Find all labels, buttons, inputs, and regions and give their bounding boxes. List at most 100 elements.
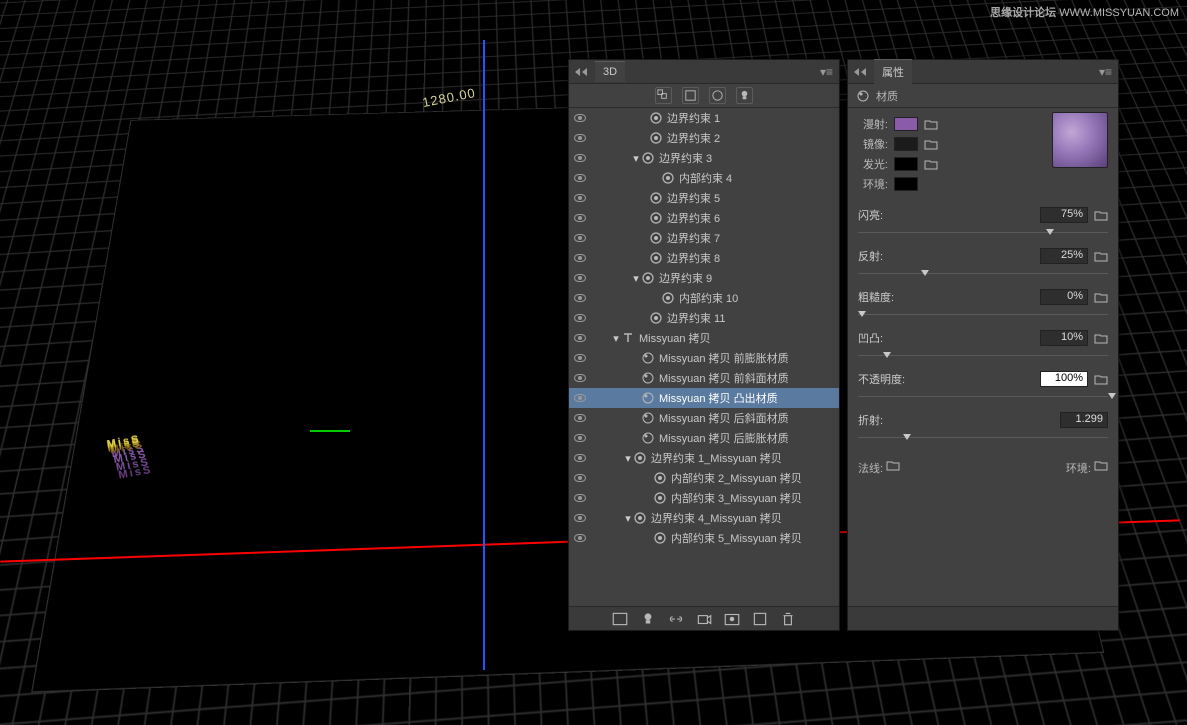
panel-menu-icon[interactable]: ▾≡ — [1099, 65, 1112, 79]
visibility-toggle[interactable] — [569, 294, 591, 302]
folder-icon[interactable] — [1094, 290, 1108, 304]
tree-row[interactable]: 边界约束 11 — [569, 308, 839, 328]
folder-icon[interactable] — [886, 458, 900, 472]
slider-value[interactable]: 75% — [1040, 207, 1088, 223]
tree-row[interactable]: 内部约束 4 — [569, 168, 839, 188]
tree-row[interactable]: 边界约束 1 — [569, 108, 839, 128]
twisty-icon[interactable]: ▾ — [631, 272, 641, 285]
twisty-icon[interactable]: ▾ — [623, 512, 633, 525]
slider-thumb[interactable] — [858, 311, 866, 317]
folder-icon[interactable] — [924, 137, 938, 151]
visibility-toggle[interactable] — [569, 314, 591, 322]
visibility-toggle[interactable] — [569, 134, 591, 142]
visibility-toggle[interactable] — [569, 394, 591, 402]
twisty-icon[interactable]: ▾ — [631, 152, 641, 165]
tree-row[interactable]: 内部约束 10 — [569, 288, 839, 308]
tree-row[interactable]: ▾边界约束 3 — [569, 148, 839, 168]
foot-light-icon[interactable] — [639, 611, 657, 627]
color-swatch[interactable] — [894, 157, 918, 171]
slider-track[interactable] — [858, 309, 1108, 321]
visibility-toggle[interactable] — [569, 354, 591, 362]
tree-row[interactable]: Missyuan 拷贝 凸出材质 — [569, 388, 839, 408]
slider-value[interactable]: 25% — [1040, 248, 1088, 264]
visibility-toggle[interactable] — [569, 414, 591, 422]
tree-row[interactable]: Missyuan 拷贝 后膨胀材质 — [569, 428, 839, 448]
tree-row[interactable]: 边界约束 7 — [569, 228, 839, 248]
slider-value[interactable]: 1.299 — [1060, 412, 1108, 428]
tree-row[interactable]: Missyuan 拷贝 前斜面材质 — [569, 368, 839, 388]
visibility-toggle[interactable] — [569, 334, 591, 342]
collapse-icon[interactable] — [575, 68, 587, 76]
folder-icon[interactable] — [924, 117, 938, 131]
slider-value[interactable]: 0% — [1040, 289, 1088, 305]
visibility-toggle[interactable] — [569, 174, 591, 182]
twisty-icon[interactable]: ▾ — [623, 452, 633, 465]
visibility-toggle[interactable] — [569, 494, 591, 502]
scene-tree[interactable]: 边界约束 1边界约束 2▾边界约束 3内部约束 4边界约束 5边界约束 6边界约… — [569, 108, 839, 606]
visibility-toggle[interactable] — [569, 114, 591, 122]
visibility-toggle[interactable] — [569, 534, 591, 542]
slider-thumb[interactable] — [883, 352, 891, 358]
visibility-toggle[interactable] — [569, 514, 591, 522]
slider-track[interactable] — [858, 268, 1108, 280]
slider-track[interactable] — [858, 391, 1108, 403]
tree-row[interactable]: 边界约束 6 — [569, 208, 839, 228]
slider-thumb[interactable] — [921, 270, 929, 276]
tree-row[interactable]: 内部约束 3_Missyuan 拷贝 — [569, 488, 839, 508]
visibility-toggle[interactable] — [569, 374, 591, 382]
slider-track[interactable] — [858, 432, 1108, 444]
twisty-icon[interactable]: ▾ — [611, 332, 621, 345]
tree-row[interactable]: 内部约束 2_Missyuan 拷贝 — [569, 468, 839, 488]
tab-3d[interactable]: 3D — [595, 61, 625, 82]
visibility-toggle[interactable] — [569, 434, 591, 442]
folder-icon[interactable] — [1094, 372, 1108, 386]
tree-row[interactable]: ▾Missyuan 拷贝 — [569, 328, 839, 348]
filter-light-icon[interactable] — [736, 87, 753, 104]
slider-value[interactable]: 10% — [1040, 330, 1088, 346]
collapse-icon[interactable] — [854, 68, 866, 76]
tree-row[interactable]: 边界约束 5 — [569, 188, 839, 208]
foot-render-icon[interactable] — [723, 611, 741, 627]
foot-trash-icon[interactable] — [779, 611, 797, 627]
tree-row[interactable]: ▾边界约束 4_Missyuan 拷贝 — [569, 508, 839, 528]
slider-thumb[interactable] — [1108, 393, 1116, 399]
tree-row[interactable]: 内部约束 5_Missyuan 拷贝 — [569, 528, 839, 548]
tree-row[interactable]: Missyuan 拷贝 前膨胀材质 — [569, 348, 839, 368]
panel-menu-icon[interactable]: ▾≡ — [820, 65, 833, 79]
foot-new-icon[interactable] — [611, 611, 629, 627]
slider-track[interactable] — [858, 350, 1108, 362]
tree-row[interactable]: ▾边界约束 1_Missyuan 拷贝 — [569, 448, 839, 468]
filter-mesh-icon[interactable] — [682, 87, 699, 104]
color-swatch[interactable] — [894, 137, 918, 151]
color-swatch[interactable] — [894, 177, 918, 191]
tree-row[interactable]: 边界约束 2 — [569, 128, 839, 148]
slider-value[interactable]: 100% — [1040, 371, 1088, 387]
visibility-toggle[interactable] — [569, 234, 591, 242]
foot-add-icon[interactable] — [751, 611, 769, 627]
tree-row[interactable]: 边界约束 8 — [569, 248, 839, 268]
slider-track[interactable] — [858, 227, 1108, 239]
folder-icon[interactable] — [1094, 249, 1108, 263]
filter-scene-icon[interactable] — [655, 87, 672, 104]
filter-material-icon[interactable] — [709, 87, 726, 104]
color-swatch[interactable] — [894, 117, 918, 131]
folder-icon[interactable] — [1094, 458, 1108, 472]
visibility-toggle[interactable] — [569, 214, 591, 222]
visibility-toggle[interactable] — [569, 194, 591, 202]
foot-camera-icon[interactable] — [695, 611, 713, 627]
visibility-toggle[interactable] — [569, 154, 591, 162]
foot-link-icon[interactable] — [667, 611, 685, 627]
visibility-toggle[interactable] — [569, 254, 591, 262]
folder-icon[interactable] — [924, 157, 938, 171]
visibility-toggle[interactable] — [569, 454, 591, 462]
visibility-toggle[interactable] — [569, 274, 591, 282]
tree-row[interactable]: Missyuan 拷贝 后斜面材质 — [569, 408, 839, 428]
slider-thumb[interactable] — [1046, 229, 1054, 235]
visibility-toggle[interactable] — [569, 474, 591, 482]
tree-item-label: 内部约束 4 — [679, 170, 732, 186]
folder-icon[interactable] — [1094, 208, 1108, 222]
tree-row[interactable]: ▾边界约束 9 — [569, 268, 839, 288]
folder-icon[interactable] — [1094, 331, 1108, 345]
slider-thumb[interactable] — [903, 434, 911, 440]
tab-properties[interactable]: 属性 — [874, 59, 912, 84]
